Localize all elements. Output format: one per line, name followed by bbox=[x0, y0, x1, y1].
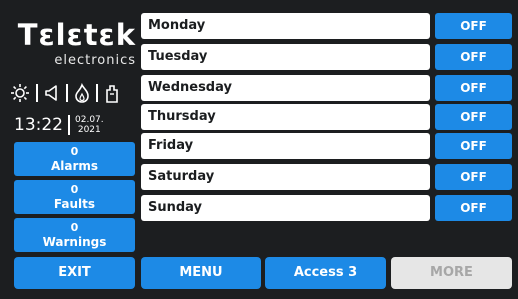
logo-brand: Tεlεtεk bbox=[17, 18, 136, 52]
day-row-sunday: Sunday bbox=[141, 195, 430, 221]
day-row-tuesday: Tuesday bbox=[141, 44, 430, 70]
logo: Tεlεtεk electronics bbox=[8, 14, 136, 74]
clock-date-year: 2021 bbox=[77, 125, 101, 135]
clock-date-day: 02.07. bbox=[75, 115, 104, 125]
day-row-wednesday: Wednesday bbox=[141, 75, 430, 101]
clock-separator bbox=[68, 115, 70, 135]
clock-time: 13:22 bbox=[14, 115, 63, 135]
day-label: Tuesday bbox=[148, 49, 208, 64]
clock: 13:22 02.07. 2021 bbox=[14, 112, 142, 138]
alarms-counter[interactable]: 0 Alarms bbox=[14, 142, 135, 176]
day-label: Friday bbox=[148, 138, 194, 153]
warnings-label: Warnings bbox=[42, 235, 107, 249]
day-label: Wednesday bbox=[148, 80, 232, 95]
exit-button[interactable]: EXIT bbox=[14, 257, 135, 289]
clock-date: 02.07. 2021 bbox=[75, 115, 104, 135]
speaker-icon bbox=[44, 83, 60, 103]
warnings-count: 0 bbox=[70, 221, 79, 234]
alarms-count: 0 bbox=[70, 145, 79, 158]
day-label: Sunday bbox=[148, 200, 203, 215]
status-separator bbox=[96, 84, 98, 102]
toggle-friday[interactable]: OFF bbox=[435, 133, 512, 159]
status-icons bbox=[10, 82, 138, 104]
toggle-tuesday[interactable]: OFF bbox=[435, 44, 512, 70]
more-button[interactable]: MORE bbox=[391, 257, 512, 289]
day-label: Thursday bbox=[148, 109, 216, 124]
faults-count: 0 bbox=[70, 183, 79, 196]
day-row-saturday: Saturday bbox=[141, 164, 430, 190]
warnings-counter[interactable]: 0 Warnings bbox=[14, 218, 135, 252]
day-label: Saturday bbox=[148, 169, 215, 184]
menu-button[interactable]: MENU bbox=[141, 257, 261, 289]
toggle-thursday[interactable]: OFF bbox=[435, 104, 512, 130]
day-row-thursday: Thursday bbox=[141, 104, 430, 130]
logo-subtitle: electronics bbox=[54, 53, 136, 68]
status-separator bbox=[36, 84, 38, 102]
day-row-friday: Friday bbox=[141, 133, 430, 159]
toggle-saturday[interactable]: OFF bbox=[435, 164, 512, 190]
faults-counter[interactable]: 0 Faults bbox=[14, 180, 135, 214]
alarms-label: Alarms bbox=[50, 159, 99, 173]
day-row-monday: Monday bbox=[141, 13, 430, 39]
toggle-sunday[interactable]: OFF bbox=[435, 195, 512, 221]
access-button[interactable]: Access 3 bbox=[265, 257, 386, 289]
toggle-monday[interactable]: OFF bbox=[435, 13, 512, 39]
sun-icon bbox=[10, 83, 30, 103]
panel: Tεlεtεk electronics 13:22 02.07. 2021 0 … bbox=[0, 0, 518, 299]
status-separator bbox=[66, 84, 68, 102]
day-label: Monday bbox=[148, 18, 206, 33]
toggle-wednesday[interactable]: OFF bbox=[435, 75, 512, 101]
faults-label: Faults bbox=[53, 197, 96, 211]
hand-icon bbox=[104, 83, 120, 103]
flame-icon bbox=[74, 83, 90, 103]
